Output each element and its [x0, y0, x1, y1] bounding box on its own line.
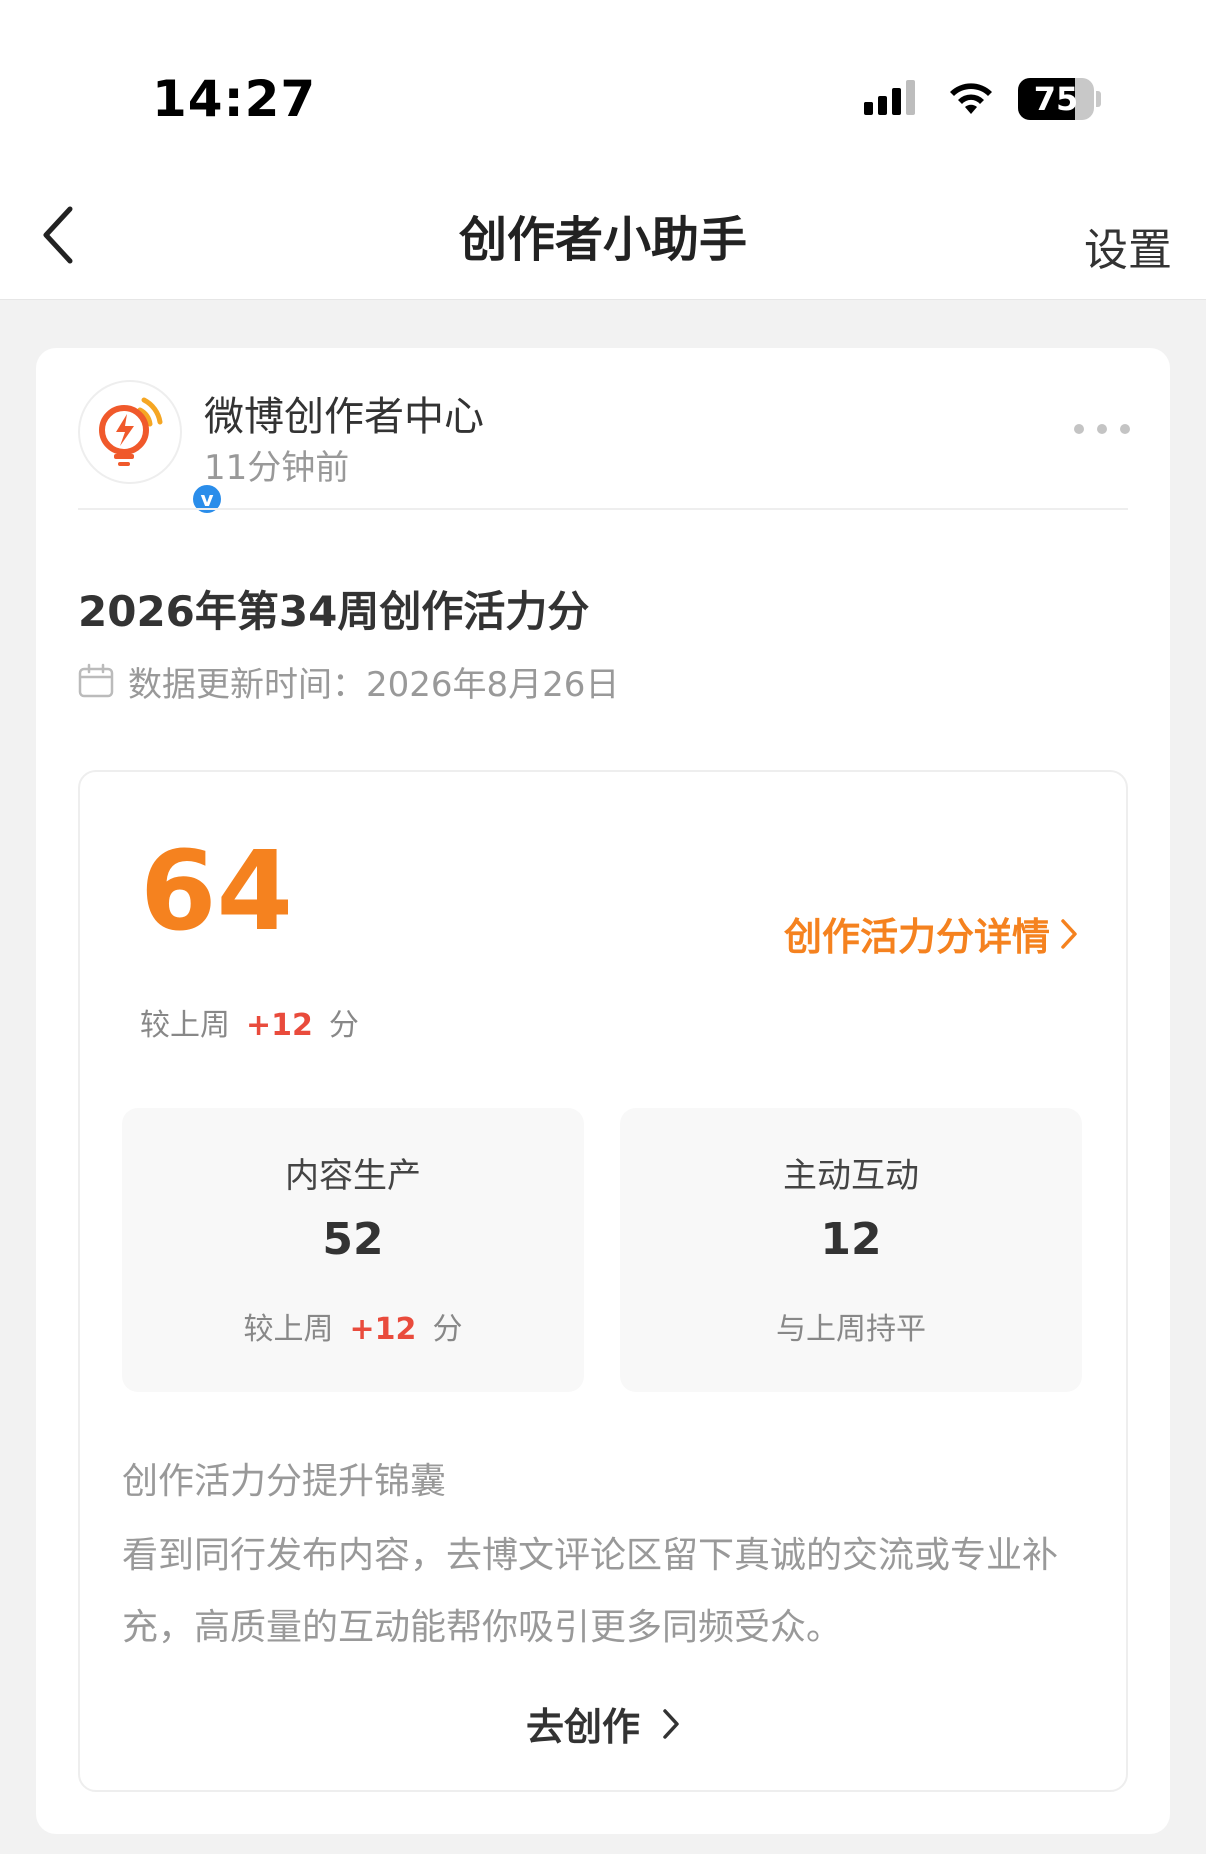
chevron-right-icon	[663, 1708, 679, 1739]
tips-body: 看到同行发布内容，去博文评论区留下真诚的交流或专业补充，高质量的互动能帮你吸引更…	[122, 1535, 1059, 1648]
compare-suffix: 分	[328, 1008, 359, 1043]
metric-value: 12	[820, 1214, 882, 1265]
page-title: 创作者小助手	[458, 212, 747, 268]
more-options-button[interactable]	[1074, 422, 1130, 436]
status-time: 14:27	[152, 70, 317, 128]
status-bar: 14:27 75	[0, 0, 1206, 170]
score-detail-link[interactable]: 创作活力分详情	[784, 906, 1078, 961]
tips-title: 创作活力分提升锦囊	[122, 1461, 447, 1502]
message-card: v 微博创作者中心 11分钟前 2026年第34周创作活力分 数据更新时间：20…	[36, 348, 1170, 1834]
compare-prefix: 较上周	[243, 1312, 334, 1347]
more-dot-icon	[1120, 424, 1130, 434]
compare-suffix: 分	[432, 1312, 463, 1347]
metric-card-content-production: 内容生产 52 较上周 +12 分	[122, 1108, 584, 1392]
avatar[interactable]: v	[78, 380, 224, 516]
more-dot-icon	[1097, 424, 1107, 434]
chevron-right-icon	[1061, 918, 1077, 949]
settings-button[interactable]: 设置	[1084, 214, 1172, 278]
divider	[78, 508, 1128, 510]
cellular-signal-icon	[864, 80, 915, 115]
score-detail-label: 创作活力分详情	[783, 915, 1050, 959]
metric-compare: 较上周 +12 分	[122, 1304, 584, 1348]
battery-level: 75	[1033, 80, 1079, 118]
nav-bar: 创作者小助手 设置	[0, 170, 1206, 300]
compare-prefix: 较上周	[140, 1008, 230, 1043]
wifi-icon	[950, 83, 992, 114]
metric-label: 主动互动	[783, 1156, 919, 1196]
metric-delta: +12	[349, 1312, 417, 1347]
more-dot-icon	[1074, 424, 1084, 434]
metric-compare: 与上周持平	[776, 1312, 926, 1347]
metric-label: 内容生产	[285, 1156, 421, 1196]
update-time-text: 数据更新时间：2026年8月26日	[128, 664, 620, 705]
lightbulb-logo-icon	[99, 397, 163, 466]
post-time: 11分钟前	[204, 448, 350, 488]
publisher-name[interactable]: 微博创作者中心	[204, 384, 484, 442]
score-compare: 较上周 +12 分	[140, 1000, 359, 1044]
activity-score: 64	[140, 827, 294, 955]
score-delta: +12	[246, 1008, 313, 1043]
update-time-row: 数据更新时间：2026年8月26日	[78, 658, 620, 705]
metric-value: 52	[322, 1214, 384, 1265]
go-create-label: 去创作	[525, 1705, 640, 1749]
score-panel: 64 创作活力分详情 较上周 +12 分 内容生产 52 较上周 +12 分 主动互动 …	[78, 770, 1128, 1792]
battery-icon: 75	[1018, 78, 1101, 120]
calendar-icon	[78, 663, 114, 698]
go-create-button[interactable]: 去创作	[80, 1696, 1126, 1751]
metric-card-active-interaction: 主动互动 12 与上周持平	[620, 1108, 1082, 1392]
post-title: 2026年第34周创作活力分	[78, 587, 590, 636]
